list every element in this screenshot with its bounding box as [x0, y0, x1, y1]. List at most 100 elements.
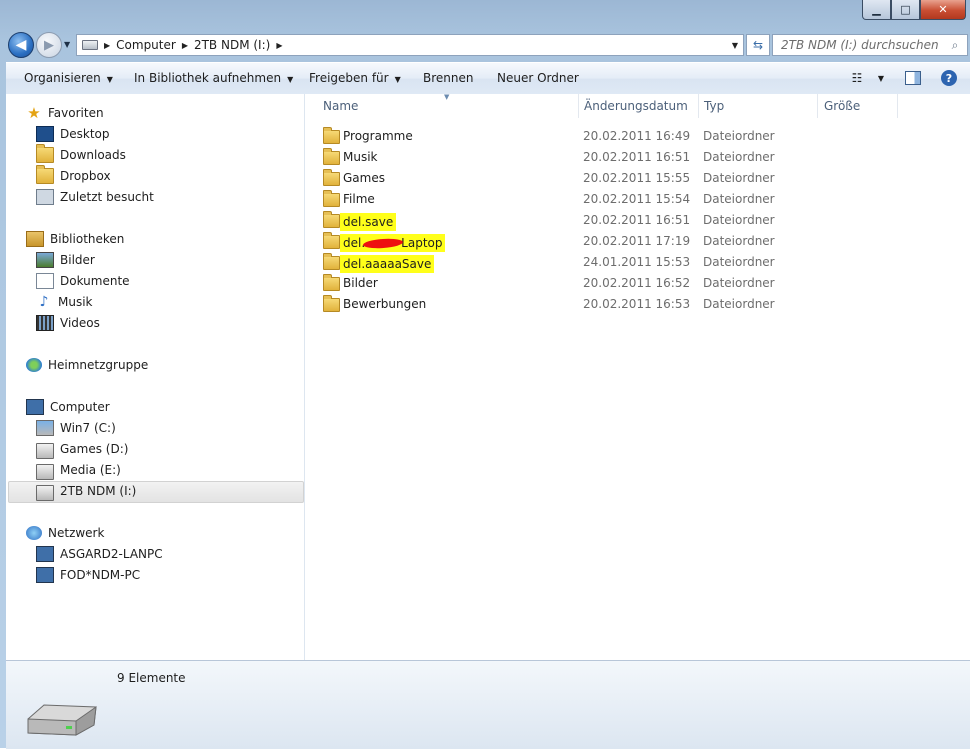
nav-item-videos[interactable]: Videos — [36, 313, 100, 333]
share-button[interactable]: Freigeben für ▼ — [309, 71, 401, 85]
nav-homegroup[interactable]: Heimnetzgruppe — [26, 355, 148, 375]
chevron-right-icon[interactable]: ▶ — [104, 41, 110, 50]
column-header-name[interactable]: Name — [323, 94, 358, 118]
file-row[interactable]: Musik 20.02.2011 16:51 Dateiordner — [323, 146, 963, 167]
recent-pages-dropdown[interactable]: ▼ — [64, 40, 70, 49]
address-bar[interactable]: ▶ Computer ▶ 2TB NDM (I:) ▶ ▼ — [76, 34, 744, 56]
pictures-icon — [36, 252, 54, 268]
network-icon — [26, 526, 42, 540]
folder-icon — [323, 190, 340, 207]
file-date: 20.02.2011 15:55 — [583, 171, 691, 185]
command-bar: Organisieren ▼ In Bibliothek aufnehmen ▼ F… — [6, 62, 970, 95]
chevron-down-icon[interactable]: ▼ — [872, 69, 890, 87]
sort-ascending-icon: ▼ — [444, 93, 450, 101]
nav-label: Favoriten — [48, 106, 104, 120]
breadcrumb-drive[interactable]: 2TB NDM (I:) — [194, 38, 270, 52]
forward-button[interactable]: ▶ — [36, 32, 62, 58]
include-library-button[interactable]: In Bibliothek aufnehmen ▼ — [134, 71, 293, 85]
chevron-down-icon[interactable]: ▼ — [727, 41, 743, 50]
nav-item-recent[interactable]: Zuletzt besucht — [36, 187, 154, 207]
file-row[interactable]: Bewerbungen 20.02.2011 16:53 Dateiordner — [323, 293, 963, 314]
file-row[interactable]: del.aaaaaSave 24.01.2011 15:53 Dateiordn… — [323, 251, 963, 273]
nav-label: Downloads — [60, 148, 126, 162]
organize-button[interactable]: Organisieren ▼ — [24, 71, 113, 85]
refresh-button[interactable]: ⇆ — [746, 34, 770, 56]
back-button[interactable]: ◀ — [8, 32, 34, 58]
file-date: 20.02.2011 16:52 — [583, 276, 691, 290]
back-arrow-icon: ◀ — [15, 37, 27, 53]
nav-item-music[interactable]: ♪ Musik — [36, 292, 93, 312]
nav-item-documents[interactable]: Dokumente — [36, 271, 130, 291]
column-header-date[interactable]: Änderungsdatum — [584, 94, 688, 118]
column-divider[interactable] — [578, 94, 579, 118]
new-folder-button[interactable]: Neuer Ordner — [497, 71, 579, 85]
nav-item-pc-fod[interactable]: FOD*NDM-PC — [36, 565, 140, 585]
folder-icon — [323, 295, 340, 312]
burn-button[interactable]: Brennen — [423, 71, 473, 85]
file-row[interactable]: del. Laptop 20.02.2011 17:19 Dateiordner — [323, 230, 963, 252]
maximize-button[interactable]: □ — [891, 0, 920, 20]
file-type: Dateiordner — [703, 297, 775, 311]
nav-item-drive-d[interactable]: Games (D:) — [36, 439, 128, 459]
file-row[interactable]: Programme 20.02.2011 16:49 Dateiordner — [323, 125, 963, 146]
search-box[interactable]: 2TB NDM (I:) durchsuchen ⌕ — [772, 34, 968, 56]
column-divider[interactable] — [698, 94, 699, 118]
view-options-icon[interactable]: ☷ — [848, 69, 866, 87]
refresh-icon: ⇆ — [752, 38, 764, 52]
file-row[interactable]: Games 20.02.2011 15:55 Dateiordner — [323, 167, 963, 188]
drive-icon — [82, 40, 98, 50]
file-name: Filme — [343, 192, 375, 206]
nav-item-drive-i[interactable]: 2TB NDM (I:) — [36, 481, 136, 501]
file-row[interactable]: del.save 20.02.2011 16:51 Dateiordner — [323, 209, 963, 231]
explorer-window: ▁ □ ✕ ◀ ▶ ▼ ▶ Computer ▶ 2TB NDM (I:) ▶ … — [0, 0, 970, 749]
item-count: 9 Elemente — [117, 671, 186, 685]
file-type: Dateiordner — [703, 276, 775, 290]
file-type: Dateiordner — [703, 234, 775, 248]
search-icon[interactable]: ⌕ — [947, 38, 963, 53]
hard-drive-icon — [36, 443, 54, 459]
minimize-button[interactable]: ▁ — [862, 0, 891, 20]
search-input[interactable]: 2TB NDM (I:) durchsuchen — [781, 38, 947, 52]
nav-favorites[interactable]: ★ Favoriten — [26, 103, 104, 123]
nav-label: Zuletzt besucht — [60, 190, 154, 204]
nav-computer[interactable]: Computer — [26, 397, 110, 417]
nav-label: Desktop — [60, 127, 110, 141]
chevron-right-icon[interactable]: ▶ — [182, 41, 188, 50]
network-computer-icon — [36, 546, 54, 562]
file-type: Dateiordner — [703, 129, 775, 143]
preview-pane-icon[interactable] — [904, 69, 922, 87]
nav-libraries[interactable]: Bibliotheken — [26, 229, 124, 249]
nav-item-pc-asgard[interactable]: ASGARD2-LANPC — [36, 544, 163, 564]
navigation-pane: ★ Favoriten Desktop Downloads Dropbox Zul… — [6, 94, 305, 660]
file-row[interactable]: Filme 20.02.2011 15:54 Dateiordner — [323, 188, 963, 209]
help-icon[interactable]: ? — [940, 69, 958, 87]
file-type: Dateiordner — [703, 255, 775, 269]
file-row[interactable]: Bilder 20.02.2011 16:52 Dateiordner — [323, 272, 963, 293]
column-divider[interactable] — [897, 94, 898, 118]
nav-network[interactable]: Netzwerk — [26, 523, 104, 543]
nav-item-pictures[interactable]: Bilder — [36, 250, 95, 270]
nav-label: Win7 (C:) — [60, 421, 116, 435]
folder-icon — [323, 127, 340, 144]
column-divider[interactable] — [817, 94, 818, 118]
close-button[interactable]: ✕ — [920, 0, 966, 20]
column-header-size[interactable]: Größe — [824, 94, 860, 118]
nav-label: FOD*NDM-PC — [60, 568, 141, 582]
file-name: del.save — [340, 213, 397, 231]
column-header-type[interactable]: Typ — [704, 94, 724, 118]
breadcrumb-computer[interactable]: Computer — [116, 38, 176, 52]
folder-icon — [323, 253, 340, 270]
music-note-icon: ♪ — [39, 294, 49, 310]
nav-label: Computer — [50, 400, 110, 414]
chevron-right-icon[interactable]: ▶ — [276, 41, 282, 50]
nav-item-drive-c[interactable]: Win7 (C:) — [36, 418, 116, 438]
nav-label: Games (D:) — [60, 442, 129, 456]
nav-label: Netzwerk — [48, 526, 105, 540]
library-icon — [26, 231, 44, 247]
nav-item-downloads[interactable]: Downloads — [36, 144, 126, 165]
nav-item-drive-e[interactable]: Media (E:) — [36, 460, 121, 480]
share-label: Freigeben für — [309, 71, 389, 85]
nav-item-desktop[interactable]: Desktop — [36, 124, 110, 144]
folder-icon — [323, 148, 340, 165]
nav-item-dropbox[interactable]: Dropbox — [36, 165, 111, 186]
